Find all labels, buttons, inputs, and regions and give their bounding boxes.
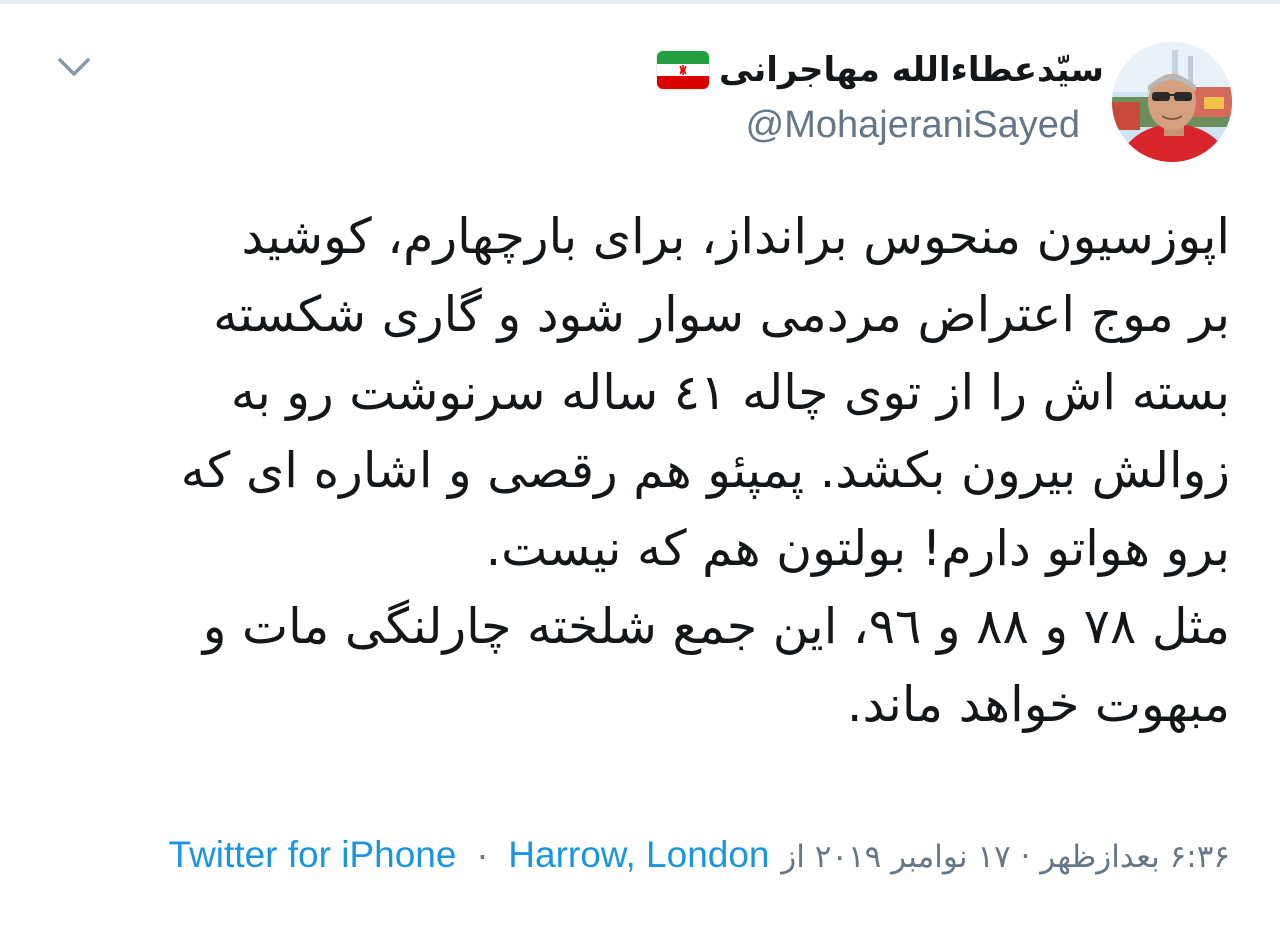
tweet-metadata: ۶:۳۶ بعدازظهر · ۱۷ نوامبر ۲۰۱۹ از Twitte… [130, 828, 1230, 884]
tweet-timestamp[interactable]: ۶:۳۶ بعدازظهر · ۱۷ نوامبر ۲۰۱۹ از [781, 839, 1230, 875]
tweet-menu-button[interactable] [52, 50, 96, 86]
tweet-line: بسته اش را از توی چاله ٤١ ساله سرنوشت رو… [230, 364, 1230, 421]
metadata-separator: · [476, 834, 489, 875]
display-name-row[interactable]: سیّدعطاءالله مهاجرانی [657, 40, 1104, 100]
tweet-text: اپوزسیون منحوس برانداز، برای بارچهارم، ک… [60, 198, 1230, 744]
tweet-line: مبهوت خواهد ماند. [846, 676, 1230, 733]
iran-flag-icon [657, 51, 710, 89]
tweet-line: اپوزسیون منحوس برانداز، برای بارچهارم، ک… [241, 208, 1230, 265]
chevron-down-icon [58, 58, 90, 76]
tweet-line: زوالش بیرون بکشد. پمپئو هم رقصی و اشاره … [180, 442, 1230, 499]
tweet-line: برو هواتو دارم! بولتون هم که نیست. [485, 520, 1230, 577]
tweet-location-link[interactable]: Harrow, London [508, 834, 769, 875]
display-name[interactable]: سیّدعطاءالله مهاجرانی [719, 50, 1104, 90]
profile-photo-avatar [1112, 42, 1232, 162]
tweet-source-link[interactable]: Twitter for iPhone [169, 834, 457, 875]
top-divider [0, 0, 1280, 4]
avatar[interactable] [1112, 42, 1232, 162]
user-handle[interactable]: @MohajeraniSayed [746, 104, 1080, 147]
tweet-line: مثل ٧٨ و ٨٨ و ٩٦، این جمع شلخته چارلنگی … [202, 598, 1230, 655]
tweet-line: بر موج اعتراض مردمی سوار شود و گاری شکست… [213, 286, 1230, 343]
